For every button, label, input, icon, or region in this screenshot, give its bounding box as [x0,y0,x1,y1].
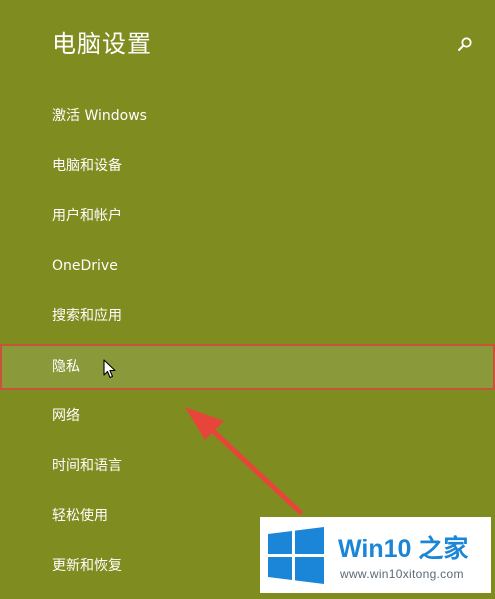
page-title: 电脑设置 [52,30,152,58]
menu-item-activate-windows[interactable]: 激活 Windows [0,93,495,139]
menu-item-privacy[interactable]: 隐私 [0,344,495,390]
watermark-brand: Win10 之家 [338,535,469,563]
watermark: Win10 之家 www.win10xitong.com [260,517,491,593]
search-button[interactable] [455,34,475,54]
windows-logo-icon [268,527,324,584]
settings-pane: 电脑设置 激活 Windows 电脑和设备 用户和帐户 OneDrive 搜索和… [0,0,495,599]
search-icon [458,37,472,51]
menu-item-network[interactable]: 网络 [0,393,495,439]
menu-item-time-and-language[interactable]: 时间和语言 [0,443,495,489]
menu-item-search-and-apps[interactable]: 搜索和应用 [0,293,495,339]
mouse-cursor-icon [103,359,116,379]
menu-item-accounts[interactable]: 用户和帐户 [0,193,495,239]
watermark-url: www.win10xitong.com [340,567,464,581]
menu-item-onedrive[interactable]: OneDrive [0,243,495,289]
menu-item-pc-and-devices[interactable]: 电脑和设备 [0,143,495,189]
